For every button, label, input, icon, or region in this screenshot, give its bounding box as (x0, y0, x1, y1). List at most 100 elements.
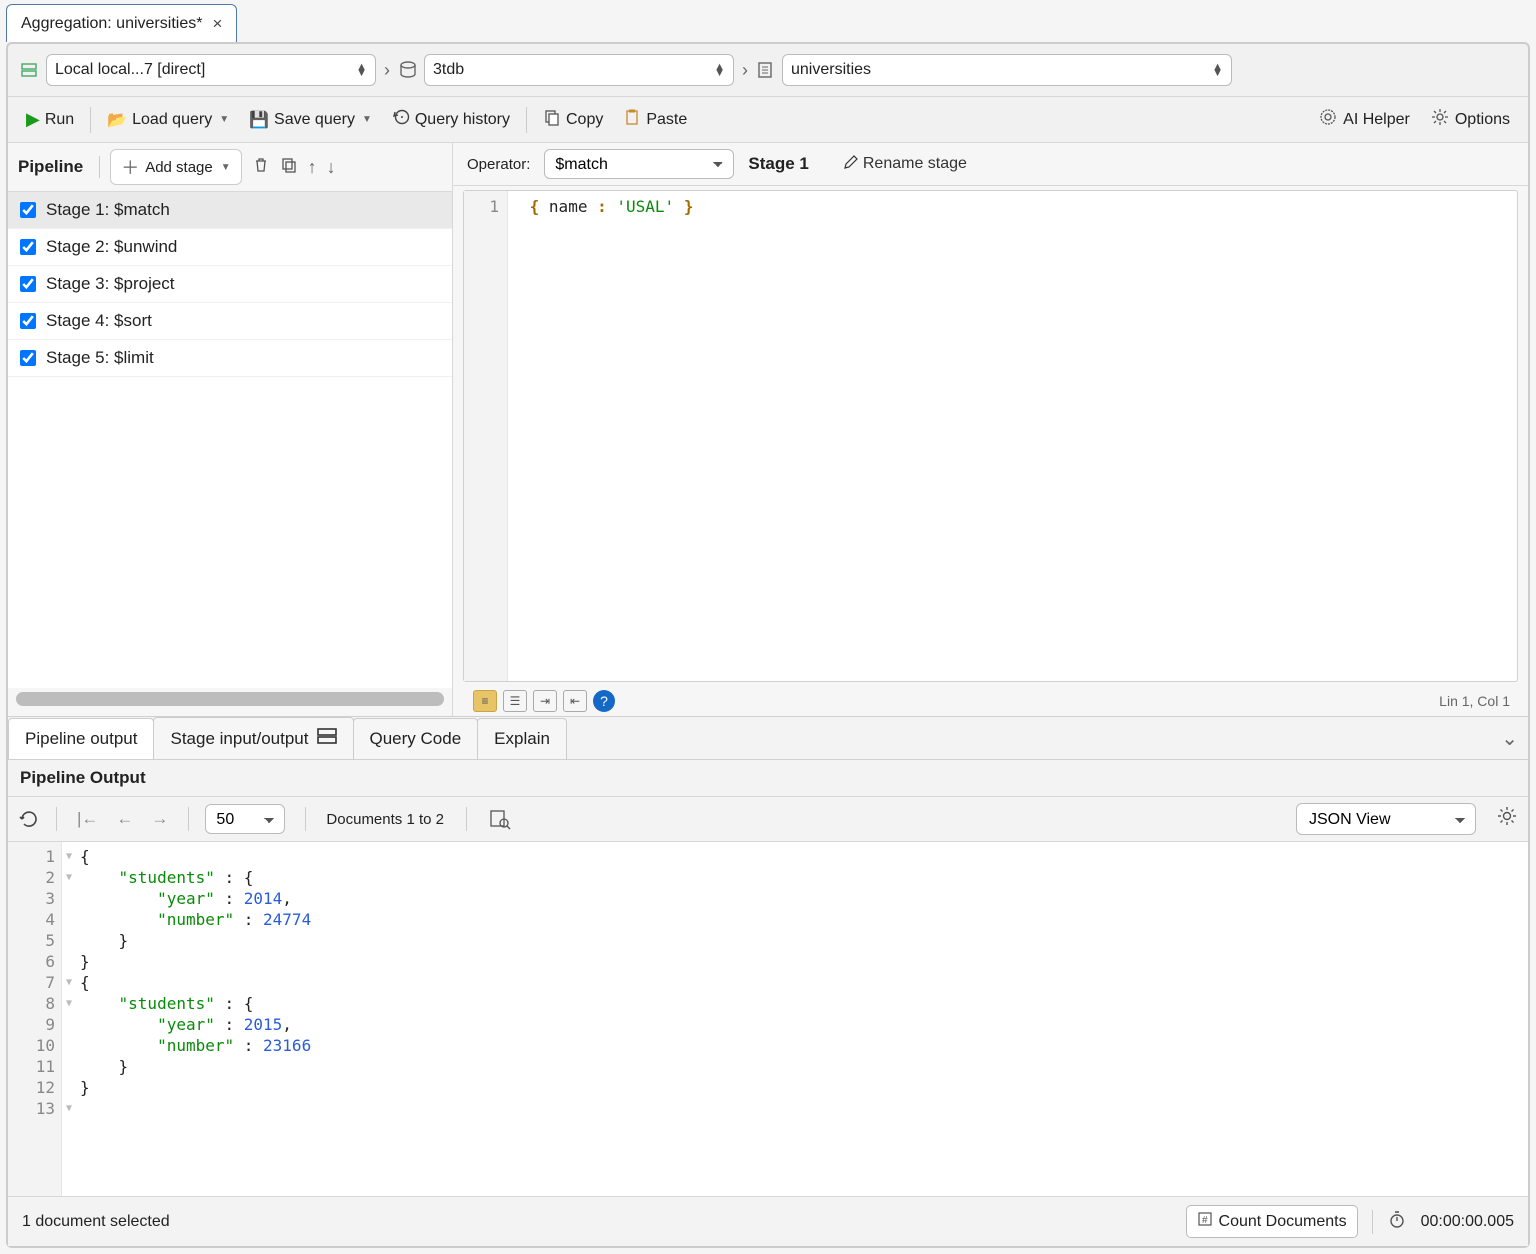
stage-label: Stage 3: $project (46, 274, 175, 294)
move-up-icon[interactable]: ↑ (308, 157, 317, 178)
paste-button[interactable]: Paste (615, 102, 695, 137)
count-documents-button[interactable]: # Count Documents (1186, 1205, 1358, 1238)
save-label: Save query (274, 111, 355, 129)
split-view-icon (317, 728, 337, 749)
paste-label: Paste (646, 111, 687, 129)
stage-item-5[interactable]: Stage 5: $limit (8, 340, 452, 377)
tab-title: Aggregation: universities* (21, 15, 202, 33)
add-stage-label: Add stage (145, 159, 213, 176)
copy-label: Copy (566, 111, 603, 129)
stage-label: Stage 4: $sort (46, 311, 152, 331)
paste-icon (623, 108, 641, 131)
output-title: Pipeline Output (8, 760, 1528, 797)
history-icon (392, 108, 410, 131)
help-icon[interactable]: ? (593, 690, 615, 712)
execution-time: 00:00:00.005 (1421, 1213, 1514, 1231)
tab-query-code[interactable]: Query Code (353, 718, 479, 759)
separator (526, 107, 527, 133)
output-code[interactable]: 12345678910111213 ▼▼▼▼▼ { "students" : {… (8, 842, 1528, 1196)
stage-checkbox[interactable] (20, 350, 36, 366)
stage-label: Stage 1 (748, 154, 808, 174)
stage-item-3[interactable]: Stage 3: $project (8, 266, 452, 303)
chevron-down-icon[interactable]: ⌄ (1501, 726, 1518, 751)
connection-dropdown[interactable]: Local local...7 [direct] ▲▼ (46, 54, 376, 86)
save-query-button[interactable]: 💾 Save query ▼ (241, 104, 380, 136)
stage-checkbox[interactable] (20, 202, 36, 218)
updown-icon: ▲▼ (714, 64, 725, 76)
prev-page-icon[interactable]: ← (112, 807, 137, 831)
cursor-position: Lin 1, Col 1 (1439, 693, 1522, 709)
stage-checkbox[interactable] (20, 276, 36, 292)
history-button[interactable]: Query history (384, 102, 518, 137)
tab-label: Query Code (370, 729, 462, 749)
trash-icon[interactable] (252, 156, 270, 179)
tab-stage-io[interactable]: Stage input/output (153, 717, 353, 759)
stage-label: Stage 5: $limit (46, 348, 154, 368)
stage-item-1[interactable]: Stage 1: $match (8, 192, 452, 229)
line-number: 1 (489, 197, 499, 216)
run-button[interactable]: ▶ Run (18, 103, 82, 136)
next-page-icon[interactable]: → (147, 807, 172, 831)
stage-label: Stage 1: $match (46, 200, 170, 220)
play-icon: ▶ (26, 109, 40, 130)
history-label: Query history (415, 111, 510, 129)
tab-pipeline-output[interactable]: Pipeline output (8, 718, 154, 759)
stage-checkbox[interactable] (20, 313, 36, 329)
stage-item-4[interactable]: Stage 4: $sort (8, 303, 452, 340)
updown-icon: ▲▼ (356, 64, 367, 76)
stage-item-2[interactable]: Stage 2: $unwind (8, 229, 452, 266)
rename-label: Rename stage (863, 155, 967, 173)
breadcrumb: Local local...7 [direct] ▲▼ › 3tdb ▲▼ › … (8, 44, 1528, 97)
refresh-icon[interactable] (18, 808, 40, 830)
stage-checkbox[interactable] (20, 239, 36, 255)
duplicate-icon[interactable] (280, 156, 298, 179)
collection-value: universities (791, 61, 871, 79)
hash-icon: # (1197, 1211, 1213, 1232)
selection-status: 1 document selected (22, 1213, 170, 1231)
server-icon (20, 60, 40, 80)
view-mode-3-icon[interactable]: ⇥ (533, 690, 557, 712)
stage-label: Stage 2: $unwind (46, 237, 177, 257)
chevron-right-icon: › (382, 60, 392, 81)
view-mode-2-icon[interactable]: ☰ (503, 690, 527, 712)
database-dropdown[interactable]: 3tdb ▲▼ (424, 54, 734, 86)
document-range: Documents 1 to 2 (326, 811, 444, 828)
view-select[interactable]: JSON View (1296, 803, 1476, 835)
separator (90, 107, 91, 133)
toolbar: ▶ Run 📂 Load query ▼ 💾 Save query ▼ Quer… (8, 97, 1528, 143)
load-query-button[interactable]: 📂 Load query ▼ (99, 104, 237, 136)
copy-button[interactable]: Copy (535, 102, 611, 137)
ai-helper-button[interactable]: AI Helper (1310, 101, 1418, 138)
tab-label: Stage input/output (170, 729, 308, 749)
gear-icon[interactable] (1496, 805, 1518, 833)
page-size-select[interactable]: 50 (205, 804, 285, 834)
close-icon[interactable]: × (212, 14, 222, 34)
pencil-icon (843, 154, 859, 175)
code-key: name (549, 197, 588, 216)
code-editor[interactable]: 1 { name : 'USAL' } (463, 190, 1518, 682)
collection-dropdown[interactable]: universities ▲▼ (782, 54, 1232, 86)
first-page-icon[interactable]: |← (73, 807, 102, 831)
options-button[interactable]: Options (1422, 101, 1518, 138)
tab-label: Explain (494, 729, 550, 749)
collection-icon (756, 60, 776, 80)
view-mode-4-icon[interactable]: ⇤ (563, 690, 587, 712)
find-icon[interactable] (489, 808, 511, 830)
add-stage-button[interactable]: ＋ Add stage ▼ (110, 149, 241, 185)
scrollbar[interactable] (16, 692, 444, 706)
save-icon: 💾 (249, 110, 269, 130)
copy-icon (543, 108, 561, 131)
pipeline-title: Pipeline (18, 157, 83, 177)
move-down-icon[interactable]: ↓ (327, 157, 336, 178)
database-icon (398, 60, 418, 80)
view-mode-1-icon[interactable]: ≡ (473, 690, 497, 712)
database-value: 3tdb (433, 61, 464, 79)
rename-stage-button[interactable]: Rename stage (843, 154, 967, 175)
dropdown-icon: ▼ (221, 162, 231, 173)
count-label: Count Documents (1219, 1213, 1347, 1231)
svg-text:#: # (1202, 1215, 1208, 1226)
chevron-right-icon: › (740, 60, 750, 81)
tab-aggregation[interactable]: Aggregation: universities* × (6, 4, 237, 42)
operator-select[interactable]: $match (544, 149, 734, 179)
tab-explain[interactable]: Explain (477, 718, 567, 759)
